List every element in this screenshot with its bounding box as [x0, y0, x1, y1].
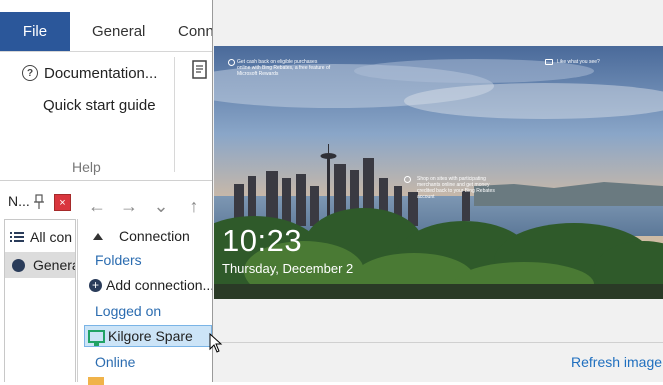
- documentation-button[interactable]: ? Documentation...: [22, 62, 157, 84]
- lockscreen-tip-1[interactable]: Get cash back on eligible purchases onli…: [237, 59, 332, 77]
- pin-icon[interactable]: [32, 194, 46, 210]
- info-icon[interactable]: [404, 176, 411, 183]
- mouse-cursor-icon: [209, 333, 223, 353]
- ribbon-divider: [0, 51, 212, 52]
- up-arrow-icon[interactable]: ↑: [184, 196, 204, 216]
- quick-start-button[interactable]: Quick start guide: [43, 94, 156, 116]
- forward-arrow-icon[interactable]: →: [119, 196, 139, 216]
- ribbon-separator: [174, 57, 175, 172]
- tree-divider: [77, 219, 78, 382]
- add-connection-button[interactable]: + Add connection...: [89, 275, 214, 295]
- lockscreen-tip-2[interactable]: Like what you see?: [557, 59, 617, 65]
- lockscreen-time: 10:23: [222, 223, 303, 258]
- list-icon: [10, 232, 24, 242]
- connection-header[interactable]: Connection: [93, 227, 190, 245]
- back-arrow-icon[interactable]: ←: [87, 196, 107, 216]
- list-item-all-connections[interactable]: All con: [10, 226, 76, 248]
- panel-title: N...: [8, 193, 30, 209]
- tab-connection[interactable]: Conn: [178, 12, 214, 51]
- section-logged-on: Logged on: [95, 303, 162, 319]
- list-item-label: Genera: [33, 257, 75, 273]
- documentation-label: Documentation...: [44, 64, 158, 82]
- info-icon[interactable]: [228, 59, 235, 66]
- monitor-icon: [88, 329, 105, 346]
- lockscreen-date: Thursday, December 2: [222, 261, 354, 276]
- camera-icon[interactable]: [545, 59, 553, 65]
- machine-item-kilgore-spare[interactable]: Kilgore Spare: [84, 325, 212, 347]
- ribbon-bottom-border: [0, 180, 212, 181]
- list-item-general[interactable]: Genera: [5, 252, 75, 278]
- machine-label: Kilgore Spare: [108, 328, 193, 344]
- preview-divider: [213, 342, 663, 343]
- lockscreen-tip-3[interactable]: Shop on sites with participating merchan…: [417, 176, 497, 200]
- close-icon[interactable]: ×: [54, 194, 71, 211]
- chevron-down-icon[interactable]: ⌄: [151, 196, 171, 216]
- question-icon: ?: [22, 65, 38, 81]
- section-online: Online: [95, 354, 136, 370]
- circle-icon: [12, 258, 25, 272]
- section-folders: Folders: [95, 252, 142, 268]
- collapse-triangle-icon: [93, 232, 103, 240]
- connection-header-label: Connection: [119, 228, 190, 244]
- tab-file[interactable]: File: [0, 12, 70, 51]
- ribbon-group-label: Help: [72, 159, 101, 175]
- folder-icon: [88, 377, 104, 385]
- list-item-label: All con: [30, 229, 73, 245]
- add-icon: +: [89, 278, 102, 292]
- add-connection-label: Add connection...: [106, 277, 215, 293]
- quick-start-label: Quick start guide: [43, 96, 156, 114]
- refresh-image-link[interactable]: Refresh image: [571, 354, 662, 370]
- tab-general[interactable]: General: [92, 12, 145, 51]
- document-icon[interactable]: [192, 60, 208, 80]
